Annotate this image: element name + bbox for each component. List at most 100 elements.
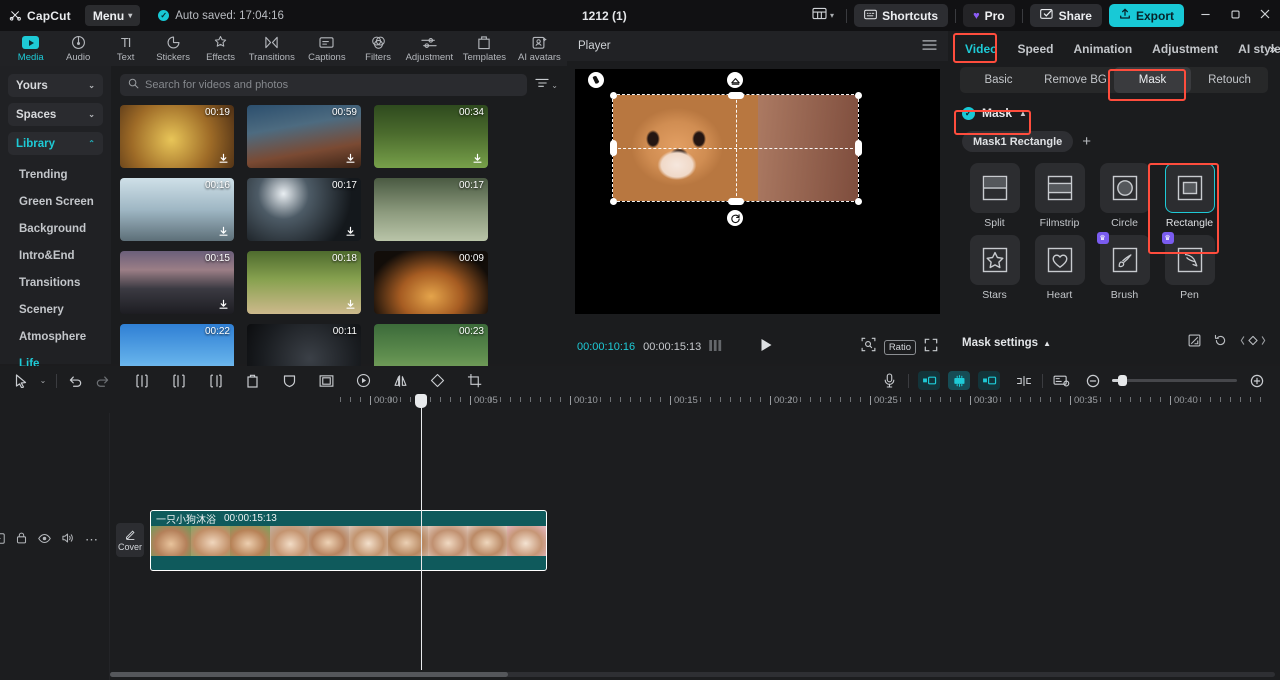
download-icon[interactable] [471,152,484,165]
subtab-basic[interactable]: Basic [960,67,1037,93]
thumbnail-toggle-icon[interactable] [0,531,5,549]
sidebar-item-intro-end[interactable]: Intro&End [0,242,111,269]
media-thumbnail[interactable]: 00:16 [120,178,234,241]
record-voiceover-button[interactable] [876,366,903,395]
nav-tab-templates[interactable]: Templates [457,31,512,66]
menu-button[interactable]: Menu ▾ [85,5,140,26]
nav-tab-transitions[interactable]: Transitions [244,31,299,66]
tab-adjustment[interactable]: Adjustment [1143,38,1227,60]
frames-icon[interactable] [709,338,726,356]
nav-tab-media[interactable]: Media [7,31,54,66]
zoom-in-button[interactable] [1243,366,1270,395]
adsorb-button[interactable] [1010,366,1037,395]
zoom-out-button[interactable] [1079,366,1106,395]
sidebar-group-spaces[interactable]: Spaces ⌄ [8,103,103,126]
resize-handle-tl[interactable] [610,92,617,99]
nav-tab-text[interactable]: TI Text [102,31,149,66]
mask-tool-button[interactable] [276,366,303,395]
export-button[interactable]: Export [1109,4,1184,27]
media-thumbnail[interactable]: 00:18 [247,251,361,314]
shortcuts-button[interactable]: Shortcuts [854,4,948,27]
subtab-retouch[interactable]: Retouch [1191,67,1268,93]
mask-shape-brush[interactable]: ♛ Brush [1092,235,1157,301]
reset-icon[interactable] [1214,334,1227,352]
timeline-zoom-slider[interactable] [1112,379,1237,382]
resize-handle-left[interactable] [610,140,617,156]
nav-tab-ai-avatars[interactable]: AI avatars [512,31,567,66]
select-tool-button[interactable] [8,366,35,395]
nav-tab-audio[interactable]: Audio [54,31,101,66]
mask-shape-circle[interactable]: Circle [1092,163,1157,229]
resize-handle-br[interactable] [855,198,862,205]
nav-tab-adjustment[interactable]: Adjustment [402,31,457,66]
player-canvas[interactable] [575,69,940,314]
pro-button[interactable]: ♥ Pro [963,4,1015,27]
media-thumbnail[interactable]: 00:59 [247,105,361,168]
filter-button[interactable]: ⌄ [535,76,558,94]
timeline-clip[interactable]: 一只小狗沐浴 00:00:15:13 [150,510,547,571]
mask-shape-pen[interactable]: ♛ Pen [1157,235,1222,301]
subtab-mask[interactable]: Mask [1114,67,1191,93]
link-button[interactable] [978,371,1000,390]
timeline-ruler[interactable]: 00:00 00:05 00:10 00:15 00:20 00:25 00:3… [0,393,1280,413]
media-thumbnail[interactable]: 00:17 [247,178,361,241]
close-button[interactable] [1250,0,1280,31]
nav-tab-effects[interactable]: Effects [197,31,244,66]
sidebar-item-transitions[interactable]: Transitions [0,269,111,296]
minimize-button[interactable] [1190,0,1220,31]
undo-button[interactable] [62,366,89,395]
media-thumbnail[interactable]: 00:34 [374,105,488,168]
resize-handle-tr[interactable] [855,92,862,99]
trim-left-button[interactable] [165,366,192,395]
nav-tab-filters[interactable]: Filters [354,31,401,66]
media-thumbnail[interactable]: 00:15 [120,251,234,314]
cover-button[interactable]: Cover [116,523,144,557]
split-button[interactable] [128,366,155,395]
sidebar-item-atmosphere[interactable]: Atmosphere [0,323,111,350]
playhead-grip[interactable] [415,394,427,408]
feather-handle[interactable] [727,72,743,88]
keyframe-nav-icon[interactable] [1240,334,1266,352]
redo-button[interactable] [89,366,116,395]
magnet-button[interactable] [948,371,970,390]
download-icon[interactable] [217,152,230,165]
crop-tool-button[interactable] [461,366,488,395]
media-thumbnail[interactable]: 00:09 [374,251,488,314]
rotate-tool-button[interactable] [424,366,451,395]
sidebar-group-library[interactable]: Library ⌃ [8,132,103,155]
media-thumbnail[interactable]: 00:17 [374,178,488,241]
fullscreen-button[interactable] [924,338,938,357]
mask-section-header[interactable]: ✓ Mask ▲ [948,93,1280,120]
ratio-button[interactable]: Ratio [884,340,916,355]
smart-crop-button[interactable] [861,337,876,357]
sidebar-item-green-screen[interactable]: Green Screen [0,188,111,215]
select-tool-dropdown[interactable]: ⌄ [35,366,51,395]
download-icon[interactable] [344,225,357,238]
mirror-button[interactable] [387,366,414,395]
scrollbar-thumb[interactable] [110,672,508,677]
nav-tab-stickers[interactable]: Stickers [149,31,196,66]
mask-shape-filmstrip[interactable]: Filmstrip [1027,163,1092,229]
sidebar-item-scenery[interactable]: Scenery [0,296,111,323]
subtab-remove-bg[interactable]: Remove BG [1037,67,1114,93]
more-icon[interactable]: ⋯ [85,536,98,544]
lock-icon[interactable] [16,531,27,549]
search-input[interactable] [145,79,519,91]
tab-video[interactable]: Video [956,38,1006,60]
mask-selection-box[interactable] [613,95,858,201]
mask-shape-split[interactable]: Split [962,163,1027,229]
mask-settings-toggle[interactable]: Mask settings ▲ [962,337,1051,349]
plus-icon[interactable]: + [1082,133,1091,150]
download-icon[interactable] [217,225,230,238]
resize-handle-bottom[interactable] [728,198,744,205]
tab-animation[interactable]: Animation [1064,38,1141,60]
download-icon[interactable] [344,152,357,165]
mask-chip[interactable]: Mask1 Rectangle [962,131,1073,152]
zoom-slider-knob[interactable] [1118,375,1127,386]
download-icon[interactable] [217,298,230,311]
mask-enabled-checkbox[interactable]: ✓ [962,107,975,120]
resize-handle-top[interactable] [728,92,744,99]
hamburger-icon[interactable] [922,39,937,54]
speed-button[interactable] [350,366,377,395]
search-box[interactable] [120,74,527,96]
